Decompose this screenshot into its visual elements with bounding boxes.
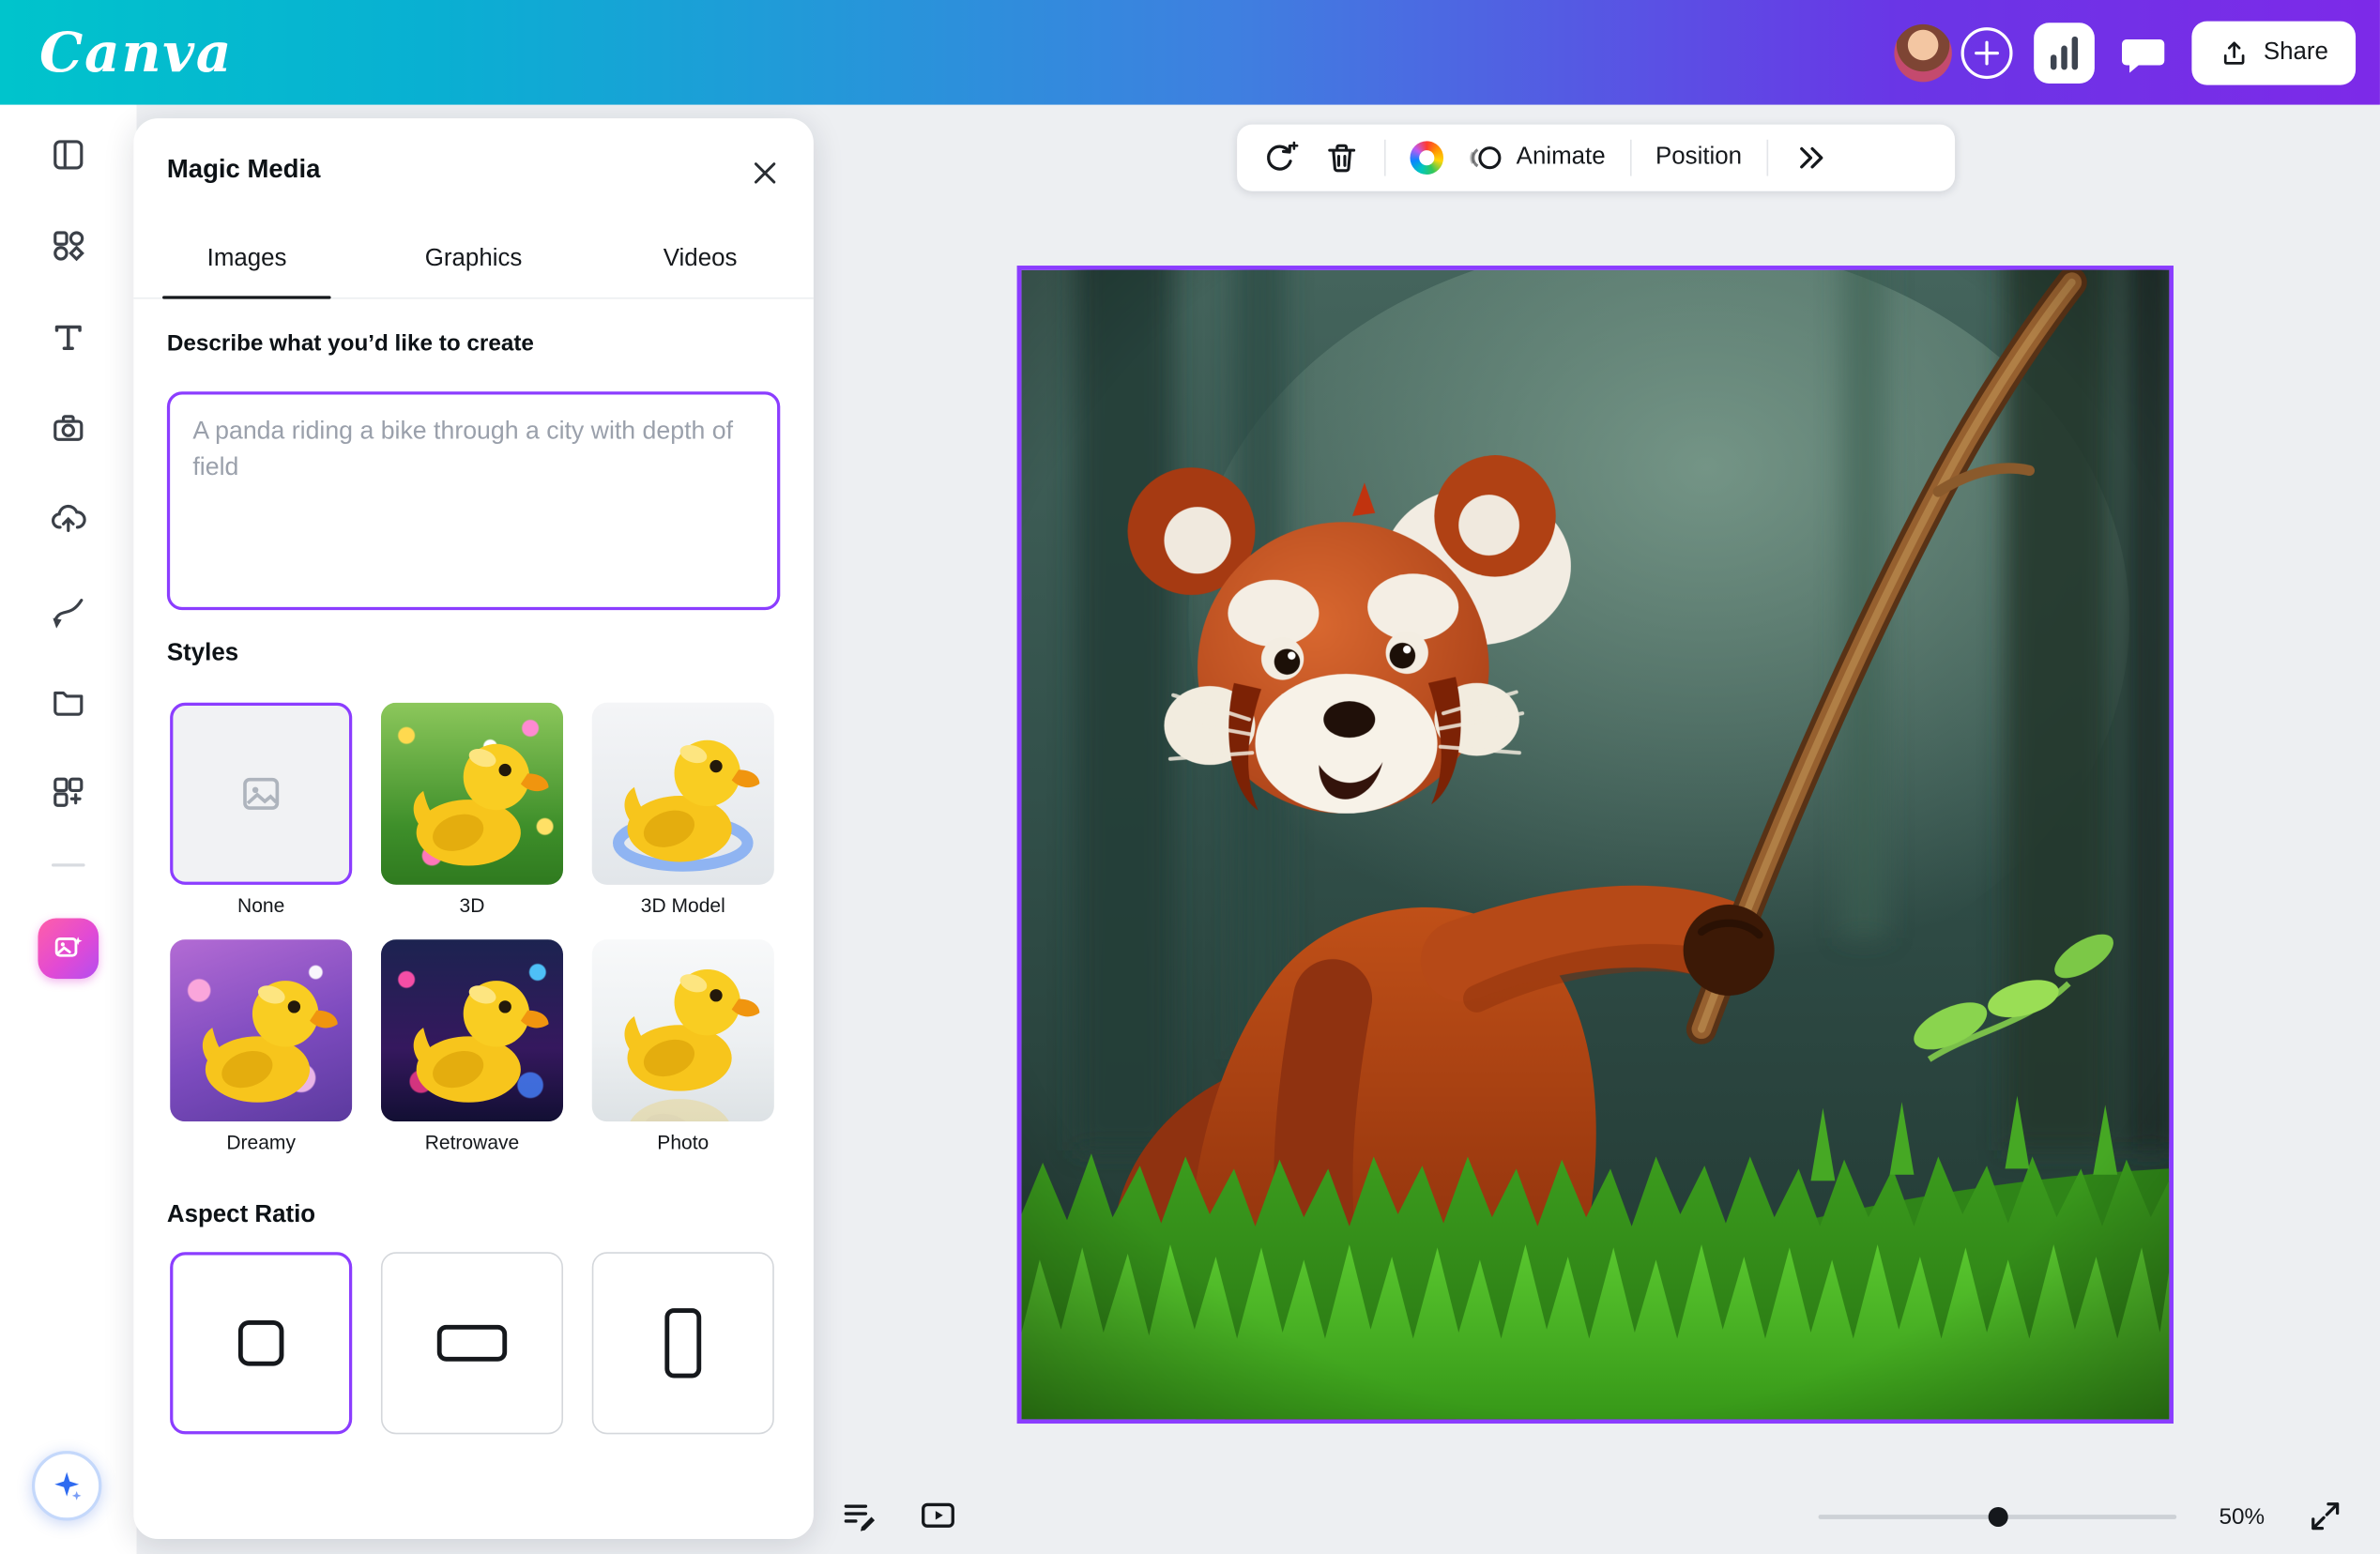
page-tools — [838, 1495, 959, 1537]
regenerate-icon — [1259, 138, 1299, 177]
selection-toolbar: Animate Position — [1237, 125, 1955, 191]
aspect-square-option[interactable] — [170, 1252, 352, 1434]
sidebar-item-text[interactable] — [49, 317, 88, 357]
media-type-tabs: Images Graphics Videos — [133, 229, 814, 298]
magic-media-panel: Magic Media Images Graphics Videos Descr… — [133, 118, 814, 1539]
style-option-none[interactable]: None — [170, 703, 352, 917]
color-wheel-button[interactable] — [1410, 141, 1443, 175]
style-option-3d[interactable]: 3D — [381, 703, 563, 917]
position-button[interactable]: Position — [1655, 145, 1742, 172]
upload-icon — [2220, 38, 2250, 68]
insights-icon — [2051, 53, 2056, 69]
style-label: 3D — [381, 894, 563, 917]
duck-3d-model-thumbnail — [592, 703, 774, 885]
sidebar-item-elements[interactable] — [49, 226, 88, 266]
zoom-slider[interactable] — [1819, 1495, 2177, 1537]
zoom-knob[interactable] — [1989, 1507, 2008, 1527]
duck-retrowave-thumbnail — [381, 939, 563, 1121]
more-options-button[interactable] — [1792, 140, 1828, 176]
assistant-button[interactable] — [32, 1451, 101, 1520]
presentation-icon — [918, 1497, 957, 1536]
sidebar-item-design[interactable] — [49, 135, 88, 175]
left-sidebar — [0, 105, 137, 1554]
styles-grid: None 3D 3D Model Dreamy — [170, 703, 777, 1153]
notes-button[interactable] — [838, 1495, 880, 1537]
share-button[interactable]: Share — [2192, 21, 2356, 84]
close-icon — [750, 158, 780, 188]
duck-dreamy-thumbnail — [170, 939, 352, 1121]
sidebar-item-uploads[interactable] — [49, 499, 88, 539]
plus-icon — [1974, 38, 2001, 66]
user-avatar[interactable] — [1895, 23, 1952, 81]
aspect-ratio-options — [170, 1252, 774, 1434]
chat-icon — [2116, 25, 2171, 80]
insights-button[interactable] — [2035, 22, 2096, 83]
present-button[interactable] — [917, 1495, 959, 1537]
aspect-square-icon — [238, 1320, 284, 1366]
tab-images[interactable]: Images — [133, 229, 360, 297]
uploads-icon — [49, 499, 88, 539]
fullscreen-button[interactable] — [2307, 1498, 2343, 1534]
style-option-retrowave[interactable]: Retrowave — [381, 939, 563, 1153]
double-chevron-right-icon — [1792, 140, 1828, 176]
tab-videos[interactable]: Videos — [587, 229, 814, 297]
add-member-button[interactable] — [1961, 26, 2013, 78]
top-header: Canva Share — [0, 0, 2380, 105]
regenerate-button[interactable] — [1259, 138, 1299, 177]
selected-generated-image[interactable] — [1017, 266, 2174, 1424]
elements-icon — [49, 226, 88, 266]
image-placeholder-icon — [238, 771, 284, 817]
sidebar-item-magic-media[interactable] — [38, 918, 99, 979]
style-label: Retrowave — [381, 1131, 563, 1153]
brand-icon — [49, 408, 88, 448]
aspect-portrait-option[interactable] — [592, 1252, 774, 1434]
projects-icon — [49, 681, 88, 721]
style-label: None — [170, 894, 352, 917]
sidebar-item-projects[interactable] — [49, 681, 88, 721]
delete-button[interactable] — [1323, 140, 1360, 176]
trash-icon — [1323, 140, 1360, 176]
sidebar-item-draw[interactable] — [49, 590, 88, 630]
style-label: 3D Model — [592, 894, 774, 917]
styles-heading: Styles — [167, 641, 238, 668]
style-option-3d-model[interactable]: 3D Model — [592, 703, 774, 917]
text-icon — [49, 317, 88, 357]
style-option-dreamy[interactable]: Dreamy — [170, 939, 352, 1153]
aspect-portrait-icon — [664, 1308, 701, 1378]
duck-photo-thumbnail — [592, 939, 774, 1121]
style-label: Photo — [592, 1131, 774, 1153]
draw-icon — [49, 590, 88, 630]
style-label: Dreamy — [170, 1131, 352, 1153]
prompt-label: Describe what you’d like to create — [167, 331, 534, 357]
style-option-photo[interactable]: Photo — [592, 939, 774, 1153]
design-icon — [49, 135, 88, 175]
animate-label: Animate — [1517, 145, 1606, 172]
zoom-level[interactable]: 50% — [2213, 1503, 2270, 1529]
panel-title: Magic Media — [167, 155, 320, 185]
apps-icon — [49, 772, 88, 812]
tab-graphics[interactable]: Graphics — [360, 229, 587, 297]
animate-icon — [1468, 140, 1504, 176]
zoom-controls: 50% — [1819, 1495, 2344, 1537]
close-button[interactable] — [743, 152, 786, 194]
sidebar-item-brand[interactable] — [49, 408, 88, 448]
aspect-landscape-option[interactable] — [381, 1252, 563, 1434]
share-label: Share — [2264, 38, 2328, 66]
aspect-ratio-heading: Aspect Ratio — [167, 1202, 315, 1229]
canva-logo[interactable]: Canva — [39, 21, 233, 84]
app-window: Canva Share — [0, 0, 2380, 1554]
animate-button[interactable]: Animate — [1468, 140, 1606, 176]
red-panda-image — [1021, 270, 2169, 1419]
sidebar-item-apps[interactable] — [49, 772, 88, 812]
prompt-input[interactable] — [167, 391, 780, 610]
sidebar-divider — [52, 863, 85, 866]
sparkle-icon — [49, 1468, 85, 1504]
magic-media-icon — [52, 932, 85, 966]
duck-3d-thumbnail — [381, 703, 563, 885]
chat-button[interactable] — [2116, 25, 2171, 80]
notes-icon — [839, 1497, 878, 1536]
expand-icon — [2307, 1498, 2343, 1534]
aspect-landscape-icon — [437, 1325, 507, 1362]
